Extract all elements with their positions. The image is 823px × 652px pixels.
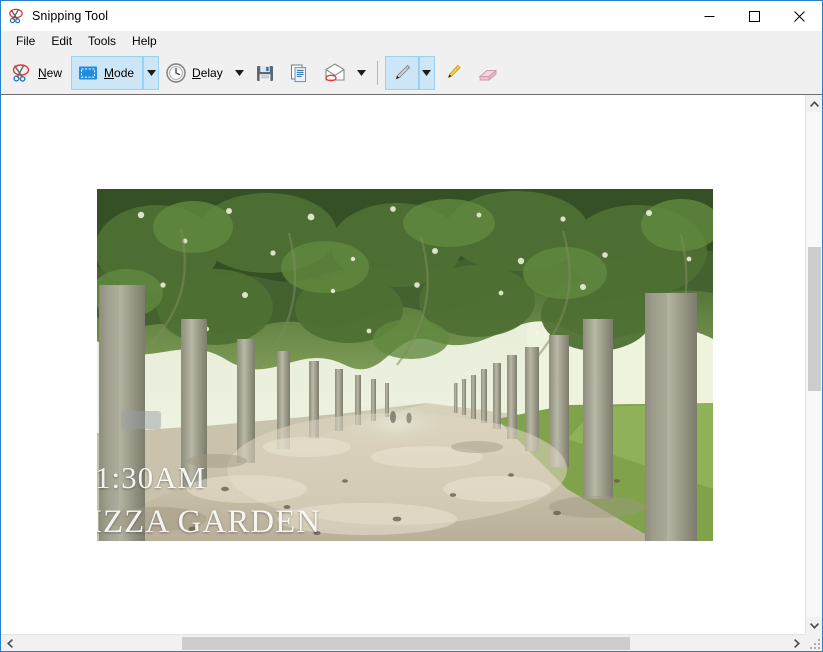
mode-dropdown-arrow[interactable]: [143, 55, 160, 90]
minimize-button[interactable]: [687, 1, 732, 31]
overlay-timestamp: 1:30AM: [97, 460, 207, 495]
delay-button-label: Delay: [192, 65, 223, 80]
horizontal-scroll-thumb[interactable]: [182, 637, 630, 650]
clock-icon: [165, 62, 187, 84]
menu-help[interactable]: Help: [125, 32, 166, 51]
mode-button-label: Mode: [104, 65, 135, 80]
eraser-icon: [475, 62, 501, 84]
scissors-icon: [8, 7, 26, 25]
pen-icon: [391, 62, 413, 84]
pen-button[interactable]: [384, 55, 419, 90]
pen-dropdown-arrow[interactable]: [418, 55, 435, 90]
scissors-new-icon: [11, 62, 33, 84]
snipping-tool-window: Snipping Tool File Edit Tools Help New M…: [0, 0, 823, 652]
snipped-image[interactable]: 1:30AM IZZA GARDEN: [97, 189, 713, 541]
overlay-place-label: IZZA GARDEN: [97, 504, 322, 540]
scrollbar-corner: [805, 634, 822, 651]
highlighter-button[interactable]: [435, 56, 469, 90]
title-bar: Snipping Tool: [1, 1, 822, 31]
horizontal-scrollbar[interactable]: [1, 634, 805, 651]
toolbar: New Mode Delay: [1, 52, 822, 94]
menu-file[interactable]: File: [9, 32, 44, 51]
email-button[interactable]: [316, 56, 354, 90]
mode-button[interactable]: Mode: [71, 55, 144, 90]
new-button[interactable]: New: [5, 56, 71, 90]
vertical-scroll-thumb[interactable]: [808, 247, 821, 391]
save-button[interactable]: [248, 56, 282, 90]
eraser-button[interactable]: [469, 56, 507, 90]
window-controls: [687, 1, 822, 31]
delay-button[interactable]: Delay: [159, 56, 232, 90]
menu-bar: File Edit Tools Help: [1, 31, 822, 52]
scroll-left-button[interactable]: [1, 635, 18, 651]
canvas-viewport: 1:30AM IZZA GARDEN: [1, 94, 822, 651]
email-dropdown-arrow[interactable]: [354, 56, 370, 90]
vertical-scrollbar[interactable]: [805, 95, 822, 634]
canvas-area[interactable]: 1:30AM IZZA GARDEN: [1, 95, 805, 634]
new-button-label: New: [38, 65, 63, 80]
delay-dropdown-arrow[interactable]: [232, 56, 248, 90]
menu-tools[interactable]: Tools: [81, 32, 125, 51]
close-button[interactable]: [777, 1, 822, 31]
copy-button[interactable]: [282, 56, 316, 90]
envelope-email-icon: [322, 62, 348, 84]
copy-pages-icon: [288, 62, 310, 84]
scroll-down-button[interactable]: [806, 617, 822, 634]
selection-rectangle-icon: [77, 62, 99, 84]
toolbar-separator: [376, 60, 378, 85]
resize-grip-icon[interactable]: [810, 639, 820, 649]
highlighter-icon: [441, 62, 463, 84]
scroll-right-button[interactable]: [788, 635, 805, 651]
menu-edit[interactable]: Edit: [44, 32, 81, 51]
floppy-disk-save-icon: [254, 62, 276, 84]
scroll-up-button[interactable]: [806, 95, 822, 112]
window-title: Snipping Tool: [32, 9, 109, 23]
maximize-button[interactable]: [732, 1, 777, 31]
